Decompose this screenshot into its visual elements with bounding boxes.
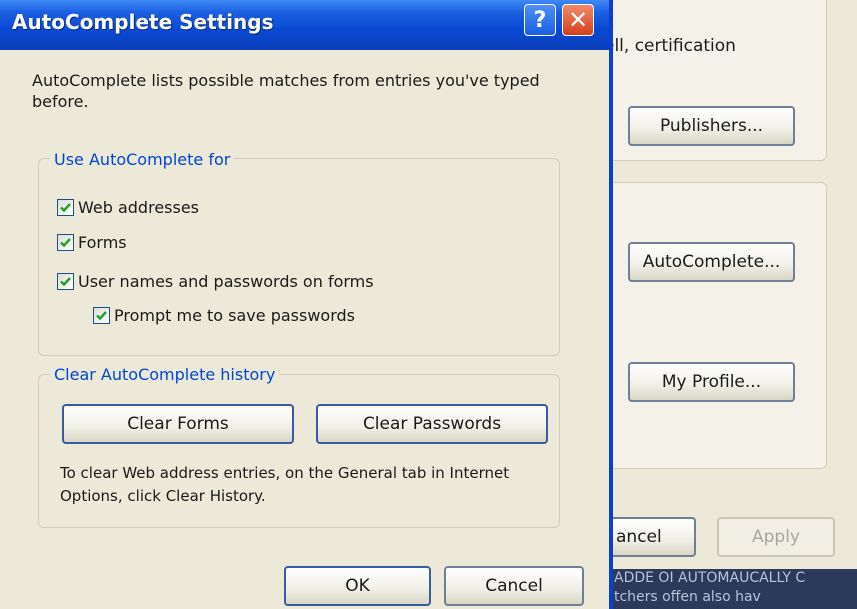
certificate-description-text: ell, certification xyxy=(604,36,736,56)
background-text-strip: ADDE OI AUTOMAUCALLY C tchers offen also… xyxy=(608,569,857,609)
help-button[interactable]: ? xyxy=(524,4,556,36)
use-autocomplete-legend: Use AutoComplete for xyxy=(50,150,235,169)
title-bar[interactable]: AutoComplete Settings ? ✕ xyxy=(0,0,609,50)
publishers-button[interactable]: Publishers... xyxy=(628,106,795,146)
checkmark-icon xyxy=(60,277,71,287)
help-icon: ? xyxy=(533,7,547,33)
prompt-save-passwords-checkbox[interactable] xyxy=(93,307,110,324)
user-names-passwords-label: User names and passwords on forms xyxy=(78,272,374,291)
close-icon: ✕ xyxy=(567,6,589,34)
clear-history-legend: Clear AutoComplete history xyxy=(50,365,280,384)
my-profile-button[interactable]: My Profile... xyxy=(628,362,795,402)
web-addresses-option[interactable]: Web addresses xyxy=(57,198,199,217)
cancel-button[interactable]: Cancel xyxy=(444,566,584,606)
autocomplete-button[interactable]: AutoComplete... xyxy=(628,242,795,282)
description-text: AutoComplete lists possible matches from… xyxy=(32,71,540,111)
close-button[interactable]: ✕ xyxy=(562,4,594,36)
apply-button[interactable]: Apply xyxy=(717,517,835,557)
strip-line-2: tchers offen also hav xyxy=(614,589,761,605)
clear-passwords-button[interactable]: Clear Passwords xyxy=(316,404,548,444)
strip-line-1: ADDE OI AUTOMAUCALLY C xyxy=(614,570,806,586)
user-names-passwords-option[interactable]: User names and passwords on forms xyxy=(57,272,374,291)
forms-option[interactable]: Forms xyxy=(57,233,127,252)
web-addresses-label: Web addresses xyxy=(78,198,200,217)
web-addresses-checkbox[interactable] xyxy=(57,199,74,216)
personal-information-group xyxy=(580,182,827,469)
use-autocomplete-group xyxy=(38,158,560,356)
clear-history-help-text: To clear Web address entries, on the Gen… xyxy=(60,464,510,505)
prompt-save-passwords-label: Prompt me to save passwords xyxy=(114,306,355,325)
clear-forms-button[interactable]: Clear Forms xyxy=(62,404,294,444)
prompt-save-passwords-option[interactable]: Prompt me to save passwords xyxy=(93,306,355,325)
checkmark-icon xyxy=(96,311,107,321)
forms-checkbox[interactable] xyxy=(57,234,74,251)
user-names-passwords-checkbox[interactable] xyxy=(57,273,74,290)
checkmark-icon xyxy=(60,238,71,248)
forms-label: Forms xyxy=(78,233,127,252)
dialog-title: AutoComplete Settings xyxy=(12,10,274,34)
autocomplete-settings-dialog: AutoComplete Settings ? ✕ AutoComplete l… xyxy=(0,0,613,609)
ok-button[interactable]: OK xyxy=(284,566,431,606)
checkmark-icon xyxy=(60,203,71,213)
